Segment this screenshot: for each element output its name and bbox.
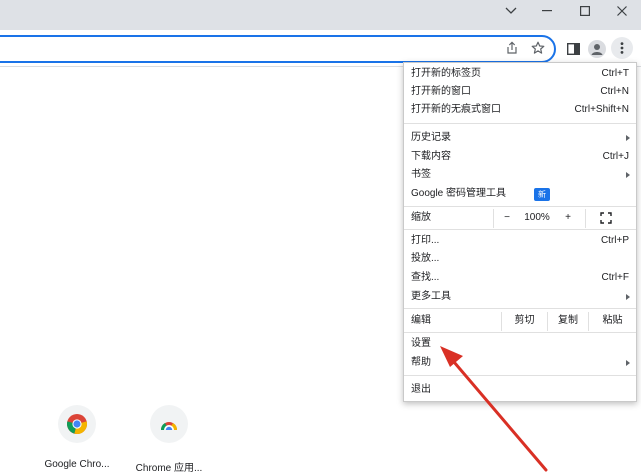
shortcut-label: Chrome 应用... (135, 463, 203, 474)
submenu-arrow-icon (626, 294, 630, 300)
new-badge: 新 (534, 188, 550, 201)
menu-item-bookmarks[interactable]: 书签 (404, 166, 636, 184)
submenu-arrow-icon (626, 360, 630, 366)
menu-item-label: 帮助 (411, 357, 431, 368)
minimize-icon[interactable] (528, 0, 566, 22)
menu-edit-row: 编辑 剪切 复制 粘贴 (404, 312, 636, 331)
zoom-level: 100% (524, 212, 550, 223)
menu-item-print[interactable]: 打印... Ctrl+P (404, 232, 636, 250)
menu-zoom-row: 缩放 − 100% + (404, 209, 636, 228)
shortcut-label: Google Chro... (44, 459, 110, 470)
menu-item-label: 打开新的标签页 (411, 68, 481, 79)
menu-separator (404, 206, 636, 207)
tab-search-chevron-icon[interactable] (492, 0, 530, 22)
zoom-divider (493, 209, 494, 228)
chrome-icon (66, 414, 88, 435)
chrome-main-menu: 打开新的标签页 Ctrl+T 打开新的窗口 Ctrl+N 打开新的无痕式窗口 C… (403, 62, 637, 402)
shortcut-icon-circle (58, 405, 96, 443)
menu-item-exit[interactable]: 退出 (404, 381, 636, 399)
menu-item-new-window[interactable]: 打开新的窗口 Ctrl+N (404, 83, 636, 101)
close-icon[interactable] (603, 0, 641, 22)
share-icon[interactable] (503, 39, 521, 57)
menu-item-more-tools[interactable]: 更多工具 (404, 288, 636, 306)
address-bar[interactable] (0, 35, 556, 63)
menu-item-downloads[interactable]: 下载内容 Ctrl+J (404, 148, 636, 166)
menu-item-shortcut: Ctrl+T (601, 68, 630, 79)
menu-item-shortcut: Ctrl+J (602, 151, 629, 162)
more-vert-icon[interactable] (611, 37, 633, 59)
shortcut-icon-circle (150, 405, 188, 443)
copy-button[interactable]: 复制 (548, 312, 588, 330)
cut-button[interactable]: 剪切 (502, 312, 547, 330)
menu-item-find[interactable]: 查找... Ctrl+F (404, 269, 636, 287)
menu-item-password-manager[interactable]: Google 密码管理工具 新 (404, 185, 636, 203)
submenu-arrow-icon (626, 135, 630, 141)
menu-item-label: 退出 (411, 384, 431, 395)
menu-separator (404, 229, 636, 230)
menu-item-label: 书签 (411, 169, 431, 180)
chrome-apps-icon (160, 422, 178, 430)
menu-separator (404, 332, 636, 333)
menu-item-cast[interactable]: 投放... (404, 250, 636, 268)
menu-item-new-tab[interactable]: 打开新的标签页 Ctrl+T (404, 65, 636, 83)
menu-separator (404, 375, 636, 376)
title-bar (0, 0, 641, 30)
menu-item-label: 投放... (411, 253, 440, 264)
menu-item-shortcut: Ctrl+F (601, 272, 630, 283)
bookmark-star-icon[interactable] (529, 39, 547, 57)
shortcut-tile-chrome-apps[interactable]: Chrome 应用... (129, 405, 209, 474)
menu-item-label: 历史记录 (411, 132, 451, 143)
menu-item-label: 下载内容 (411, 151, 451, 162)
menu-item-label: 打开新的无痕式窗口 (411, 104, 501, 115)
menu-item-history[interactable]: 历史记录 (404, 129, 636, 147)
menu-item-label: 打开新的窗口 (411, 86, 471, 97)
menu-item-label: 更多工具 (411, 291, 451, 302)
zoom-divider (585, 209, 586, 228)
menu-separator (404, 308, 636, 309)
menu-separator (404, 123, 636, 124)
menu-item-shortcut: Ctrl+N (600, 86, 629, 97)
zoom-label: 缩放 (411, 212, 431, 223)
menu-item-new-incognito-window[interactable]: 打开新的无痕式窗口 Ctrl+Shift+N (404, 101, 636, 119)
edit-label: 编辑 (411, 315, 431, 326)
menu-item-label: 设置 (411, 338, 431, 349)
paste-button[interactable]: 粘贴 (589, 312, 636, 330)
menu-item-label: 查找... (411, 272, 440, 283)
fullscreen-icon[interactable] (600, 212, 612, 224)
menu-item-help[interactable]: 帮助 (404, 354, 636, 372)
submenu-arrow-icon (626, 172, 630, 178)
shortcut-tile-google-chrome[interactable]: Google Chro... (37, 405, 117, 471)
side-panel-icon[interactable] (563, 39, 583, 59)
menu-item-shortcut: Ctrl+P (600, 235, 629, 246)
maximize-icon[interactable] (566, 0, 604, 22)
menu-item-shortcut: Ctrl+Shift+N (574, 104, 629, 115)
profile-avatar-icon[interactable] (587, 39, 607, 59)
zoom-out-button[interactable]: − (499, 209, 515, 227)
menu-item-label: Google 密码管理工具 (411, 188, 507, 199)
zoom-in-button[interactable]: + (560, 209, 576, 227)
menu-item-settings[interactable]: 设置 (404, 335, 636, 353)
menu-item-label: 打印... (411, 235, 440, 246)
